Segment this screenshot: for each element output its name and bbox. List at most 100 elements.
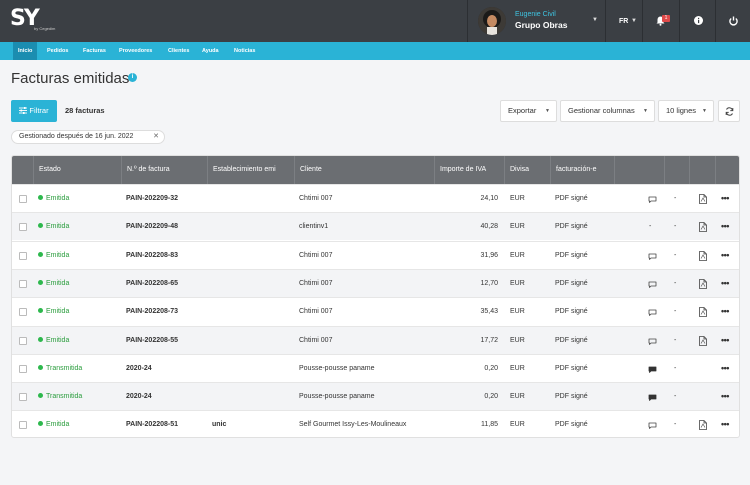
table-row[interactable]: Emitida PAIN-202208-73 Chtimi 007 35,43 EUR P… [12,297,739,326]
language-selector[interactable]: FR ▼ [605,0,642,42]
more-options-icon[interactable]: ••• [721,242,729,270]
comment-icon[interactable] [648,338,657,345]
status-dot-icon [38,251,43,257]
invoice-number[interactable]: PAIN-202209-32 [126,185,178,213]
page-size-select[interactable]: 10 lignes ▼ [658,100,714,122]
invoice-number[interactable]: PAIN-202208-73 [126,298,178,326]
invoice-number[interactable]: PAIN-202208-65 [126,270,178,298]
invoice-number[interactable]: 2020-24 [126,383,152,411]
row-checkbox[interactable] [19,421,27,430]
nav-item-clientes[interactable]: Clientes [163,42,194,60]
table-row[interactable]: Emitida PAIN-202209-48 clientinv1 40,28 EUR P… [12,212,739,241]
table-row[interactable]: Transmitida 2020-24 Pousse-pousse paname 0,… [12,382,739,411]
header-divisa[interactable]: Divisa [504,156,550,184]
user-menu[interactable]: Eugenie Civil Grupo Obras ▼ [467,0,605,42]
nav-item-ayuda[interactable]: Ayuda [197,42,224,60]
more-options-icon[interactable]: ••• [721,185,729,213]
pdf-file-icon[interactable] [699,222,707,233]
comment-filled-icon[interactable] [648,394,657,401]
invoice-number[interactable]: 2020-24 [126,355,152,383]
invoice-number[interactable]: PAIN-202209-48 [126,213,178,241]
header-actions-4 [715,156,739,184]
status-cell: Emitida [38,411,69,437]
comment-icon[interactable] [648,422,657,430]
comment-icon[interactable] [648,253,657,260]
status-dot-icon [38,421,43,427]
manage-columns-label: Gestionar columnas [568,106,635,115]
invoice-number[interactable]: PAIN-202208-55 [126,327,178,355]
table-row[interactable]: Emitida PAIN-202208-83 Chtimi 007 31,96 EUR P… [12,240,739,270]
more-options-icon[interactable]: ••• [721,213,729,241]
more-options-icon[interactable]: ••• [721,383,729,411]
table-row[interactable]: Emitida PAIN-202208-55 Chtimi 007 17,72 EUR P… [12,325,739,355]
row-checkbox[interactable] [19,393,27,402]
filter-button[interactable]: Filtrar [11,100,57,122]
more-options-icon[interactable]: ••• [721,298,729,326]
nav-item-inicio[interactable]: Inicio [13,42,38,60]
chevron-down-icon: ▼ [702,108,707,114]
einvoice-format: PDF signé [555,195,588,202]
header-iva[interactable]: Importe de IVA [434,156,504,184]
row-checkbox[interactable] [19,279,27,288]
more-options-icon[interactable]: ••• [721,411,729,437]
pdf-file-icon[interactable] [699,420,707,431]
invoice-number[interactable]: PAIN-202208-83 [126,242,178,270]
more-options-icon[interactable]: ••• [721,327,729,355]
refresh-button[interactable] [718,100,740,122]
header-establecimiento[interactable]: Establecimiento emi [207,156,294,184]
status-label: Transmitida [46,393,83,401]
export-label: Exportar [508,106,537,115]
dash-cell: - [674,421,677,429]
user-name: Eugenie Civil [515,11,556,18]
manage-columns-dropdown[interactable]: Gestionar columnas ▼ [560,100,655,122]
comment-filled-icon[interactable] [648,366,657,373]
notifications-button[interactable]: 1 [642,0,679,42]
pdf-file-icon[interactable] [699,335,707,346]
row-checkbox[interactable] [19,223,27,232]
nav-item-pedidos[interactable]: Pedidos [42,42,73,60]
help-info-button[interactable] [679,0,715,42]
comment-icon[interactable] [648,309,657,317]
filter-chip-label: Gestionado después de 16 jun. 2022 [19,133,134,140]
comment-icon[interactable] [648,196,657,203]
more-options-icon[interactable]: ••• [721,270,729,298]
status-label: Emitida [46,279,70,287]
row-checkbox[interactable] [19,251,27,260]
logout-button[interactable] [715,0,750,42]
table-row[interactable]: Emitida PAIN-202209-32 Chtimi 007 24,10 EUR P… [12,184,739,213]
row-checkbox[interactable] [19,308,27,317]
vat-amount: 17,72 [480,336,498,344]
pdf-file-icon[interactable] [699,250,707,261]
row-checkbox[interactable] [19,336,27,345]
table-row[interactable]: Emitida PAIN-202208-65 Chtimi 007 12,70 EUR P… [12,268,739,298]
invoice-number[interactable]: PAIN-202208-51 [126,411,178,437]
nav-item-facturas[interactable]: Facturas [78,42,111,60]
more-options-icon[interactable]: ••• [721,355,729,383]
vat-amount: 24,10 [480,195,498,202]
status-dot-icon [38,364,43,370]
export-dropdown[interactable]: Exportar ▼ [500,100,557,122]
vat-amount: 0,20 [484,364,498,372]
einvoice-format: PDF signé [555,364,588,372]
app-logo[interactable]: SY by Cegedim [10,7,55,35]
pdf-file-icon[interactable] [699,307,707,318]
nav-item-proveedores[interactable]: Proveedores [114,42,157,60]
table-row[interactable]: Emitida PAIN-202208-51 unic Self Gourmet Is… [12,410,739,437]
close-icon[interactable]: ✕ [153,131,159,143]
comment-icon[interactable] [648,281,657,288]
pdf-file-icon[interactable] [699,194,707,204]
nav-item-noticias[interactable]: Noticias [229,42,260,60]
title-info-icon[interactable]: i [128,73,137,82]
status-dot-icon [38,223,43,229]
header-numero[interactable]: N.º de factura [121,156,207,184]
status-dot-icon [38,195,43,200]
currency: EUR [510,279,525,287]
einvoice-format: PDF signé [555,279,588,287]
header-cliente[interactable]: Cliente [294,156,434,184]
header-facturacion-e[interactable]: facturación-e [550,156,614,184]
row-checkbox[interactable] [19,195,27,203]
pdf-file-icon[interactable] [699,278,707,289]
table-row[interactable]: Transmitida 2020-24 Pousse-pousse paname 0,… [12,353,739,383]
header-estado[interactable]: Estado [33,156,121,184]
row-checkbox[interactable] [19,364,27,373]
